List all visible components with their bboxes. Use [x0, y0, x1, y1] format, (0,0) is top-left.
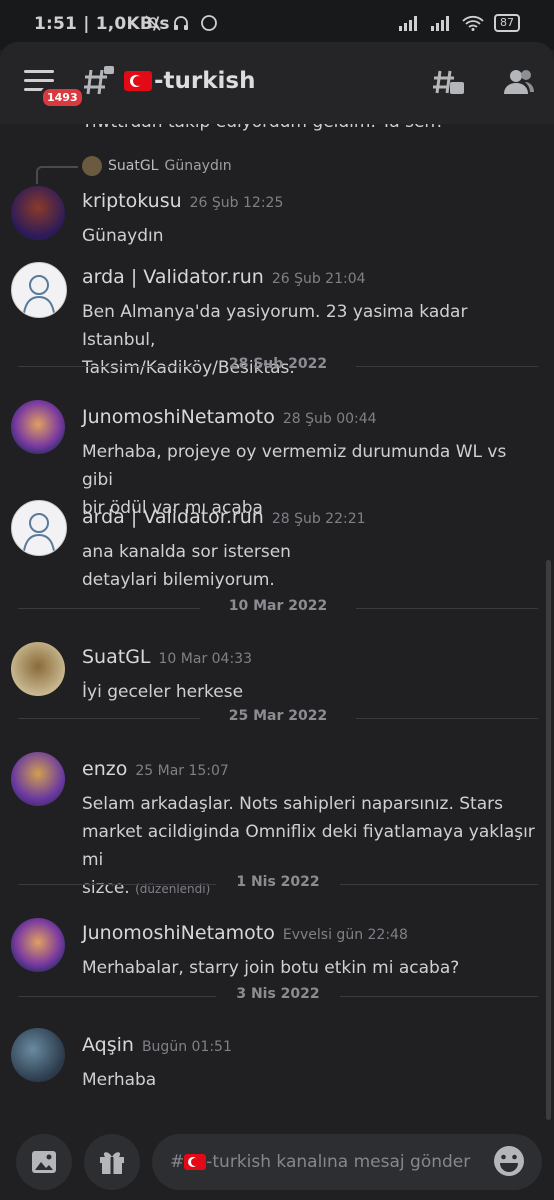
threads-icon[interactable]	[432, 66, 466, 100]
image-button[interactable]	[16, 1134, 72, 1190]
message-text: Günaydın	[82, 222, 542, 250]
partial-message-text: Tiwttrdan takip ediyordum geldim. Ya sen…	[82, 124, 444, 132]
message-text: Merhabalar, starry join botu etkin mi ac…	[82, 954, 542, 982]
message-input-placeholder[interactable]: # -turkish kanalına mesaj gönder	[170, 1152, 470, 1172]
date-divider-label: 3 Nis 2022	[236, 986, 320, 1002]
date-divider-label: 25 Mar 2022	[228, 708, 328, 724]
reply-connector	[36, 166, 78, 184]
gift-button[interactable]	[84, 1134, 140, 1190]
message-author[interactable]: Aqşin	[82, 1034, 134, 1056]
message-time: 28 Şub 22:21	[271, 511, 366, 527]
message-line: detaylari bilemiyorum.	[82, 570, 275, 590]
message-author[interactable]: arda | Validator.run	[82, 506, 264, 528]
message-time: 26 Şub 12:25	[189, 195, 284, 211]
message-author[interactable]: enzo	[82, 758, 127, 780]
date-divider: 28 Şub 2022	[18, 356, 538, 376]
message-line: Merhaba, projeye oy vermemiz durumunda W…	[82, 442, 507, 490]
clock: 1:51	[34, 14, 78, 34]
hash-prefix: #	[170, 1152, 185, 1172]
message-line: Günaydın	[82, 226, 164, 246]
whatsapp-icon	[201, 15, 217, 31]
status-system-icons: 87	[398, 14, 520, 32]
date-divider: 25 Mar 2022	[18, 708, 538, 728]
composer-bar: # -turkish kanalına mesaj gönder	[0, 1130, 554, 1200]
avatar-portrait	[23, 513, 55, 552]
turkey-flag-icon	[124, 71, 152, 91]
message-list[interactable]: Tiwttrdan takip ediyordum geldim. Ya sen…	[0, 124, 554, 1130]
date-divider-label: 1 Nis 2022	[236, 874, 320, 890]
mute-icon	[145, 15, 161, 31]
avatar[interactable]	[11, 400, 65, 454]
turkey-flag-icon	[184, 1154, 207, 1170]
message-text: İyi geceler herkese	[82, 678, 542, 706]
battery-indicator: 87	[494, 14, 520, 32]
date-divider-label: 28 Şub 2022	[228, 356, 328, 372]
message-time: 25 Mar 15:07	[135, 763, 229, 779]
message-time: 26 Şub 21:04	[271, 271, 366, 287]
message-time: Bugün 01:51	[141, 1039, 232, 1055]
status-notification-icons	[144, 14, 218, 32]
scrollbar[interactable]	[546, 560, 551, 1120]
message-line: Merhabalar, starry join botu etkin mi ac…	[82, 958, 460, 978]
avatar[interactable]	[11, 500, 67, 556]
message-author[interactable]: kriptokusu	[82, 190, 182, 212]
headset-icon	[174, 16, 188, 30]
avatar[interactable]	[11, 262, 67, 318]
message-author[interactable]: SuatGL	[82, 646, 151, 668]
message-author[interactable]: JunomoshiNetamoto	[82, 406, 275, 428]
message-line: Merhaba	[82, 1070, 157, 1090]
image-icon[interactable]	[30, 1148, 58, 1176]
avatar[interactable]	[11, 752, 65, 806]
reply-avatar	[82, 156, 102, 176]
channel-title[interactable]: -turkish	[124, 68, 256, 94]
date-divider: 3 Nis 2022	[18, 986, 538, 1006]
locked-channel-icon	[84, 66, 114, 95]
avatar[interactable]	[11, 186, 65, 240]
placeholder-text: -turkish kanalına mesaj gönder	[206, 1152, 471, 1172]
avatar[interactable]	[11, 918, 65, 972]
reply-preview[interactable]: SuatGL Günaydın	[82, 156, 232, 176]
date-divider: 10 Mar 2022	[18, 598, 538, 618]
message-time: 28 Şub 00:44	[282, 411, 377, 427]
message-time: 10 Mar 04:33	[158, 651, 252, 667]
message-author[interactable]: JunomoshiNetamoto	[82, 922, 275, 944]
wifi-icon	[462, 15, 484, 31]
avatar[interactable]	[11, 642, 65, 696]
date-divider: 1 Nis 2022	[18, 874, 538, 894]
signal-icon-2	[431, 16, 449, 31]
avatar-portrait	[23, 275, 55, 314]
message-text: Merhaba	[82, 1066, 542, 1094]
notification-badge: 1493	[40, 86, 85, 109]
message-line: İyi geceler herkese	[82, 682, 244, 702]
message-text: ana kanalda sor istersen detaylari bilem…	[82, 538, 542, 594]
message-time: Evvelsi gün 22:48	[282, 927, 408, 943]
avatar[interactable]	[11, 1028, 65, 1082]
message-line: ana kanalda sor istersen	[82, 542, 291, 562]
emoji-icon[interactable]	[492, 1144, 526, 1178]
message-author[interactable]: arda | Validator.run	[82, 266, 264, 288]
reply-text: Günaydın	[164, 158, 232, 174]
channel-name: -turkish	[154, 68, 256, 94]
message-input[interactable]: # -turkish kanalına mesaj gönder	[152, 1134, 542, 1190]
channel-header: 1493 -turkish	[0, 42, 554, 124]
signal-icon	[399, 16, 417, 31]
members-icon[interactable]	[503, 66, 535, 98]
message-line: Ben Almanya'da yasiyorum. 23 yasima kada…	[82, 302, 468, 350]
message-line: market acildiginda Omniflix deki fiyatla…	[82, 822, 535, 870]
date-divider-label: 10 Mar 2022	[228, 598, 328, 614]
message-line: Selam arkadaşlar. Nots sahipleri naparsı…	[82, 794, 503, 814]
reply-author: SuatGL	[108, 158, 159, 174]
gift-icon[interactable]	[97, 1147, 127, 1177]
